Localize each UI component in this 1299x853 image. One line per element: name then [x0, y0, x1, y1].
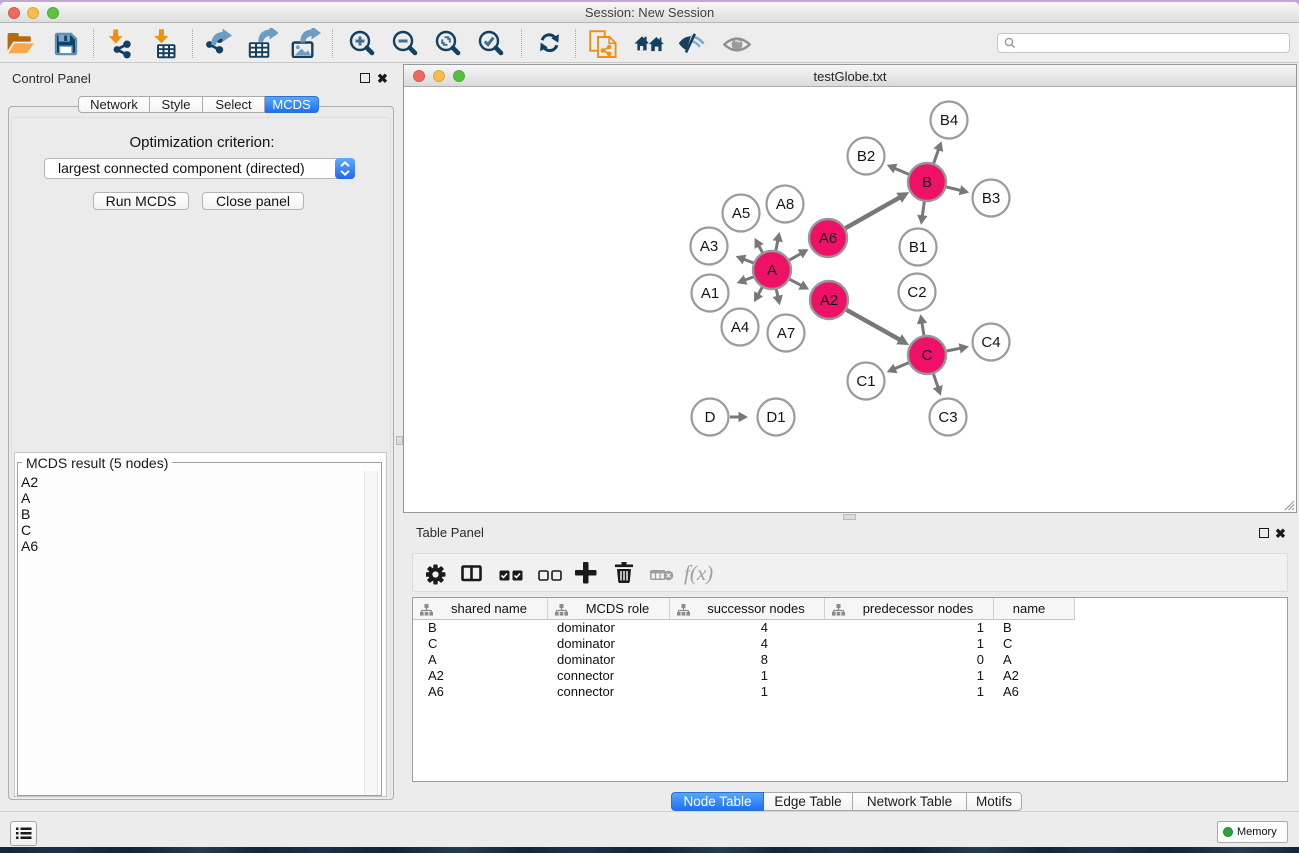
svg-text:A3: A3	[700, 238, 718, 255]
svg-text:C4: C4	[981, 334, 1000, 351]
svg-text:A: A	[767, 262, 777, 279]
svg-text:B2: B2	[857, 148, 875, 165]
svg-text:C3: C3	[938, 409, 957, 426]
svg-text:B1: B1	[909, 239, 927, 256]
svg-text:A6: A6	[819, 230, 837, 247]
svg-text:A5: A5	[732, 205, 750, 222]
svg-text:C: C	[922, 347, 933, 364]
svg-text:A1: A1	[701, 285, 719, 302]
svg-text:C2: C2	[907, 284, 926, 301]
svg-text:A7: A7	[777, 325, 795, 342]
svg-text:D: D	[705, 409, 716, 426]
svg-text:A8: A8	[776, 196, 794, 213]
svg-text:B4: B4	[940, 112, 958, 129]
svg-text:B: B	[922, 174, 932, 191]
svg-text:C1: C1	[856, 373, 875, 390]
svg-text:B3: B3	[982, 190, 1000, 207]
svg-text:A4: A4	[731, 319, 749, 336]
svg-text:A2: A2	[820, 292, 838, 309]
svg-text:D1: D1	[766, 409, 785, 426]
